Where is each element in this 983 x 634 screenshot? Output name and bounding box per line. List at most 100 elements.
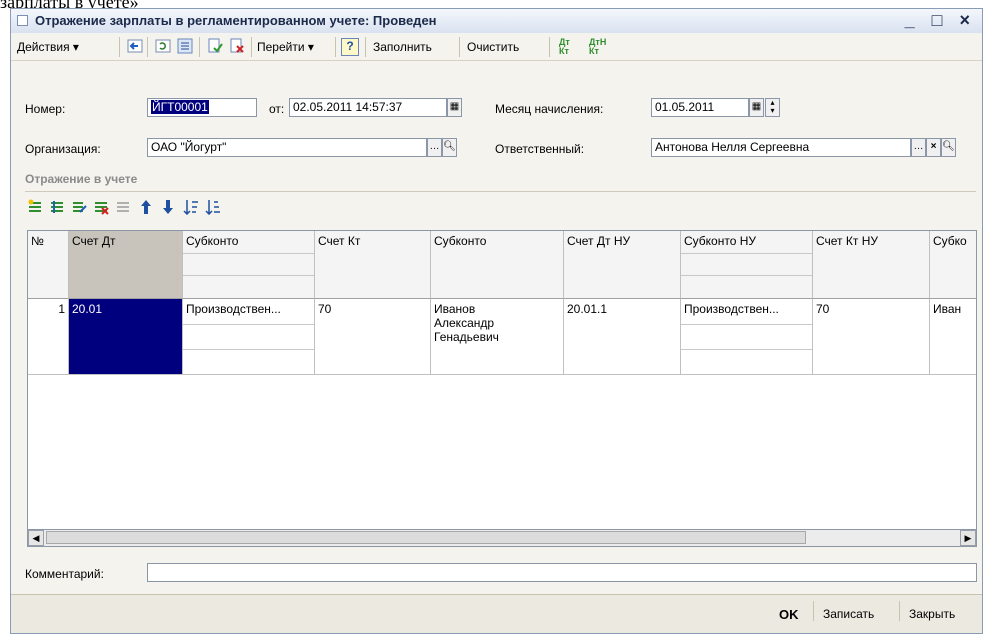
cell-subconto-kt-line2: Александр (434, 316, 495, 330)
toolbar-separator (199, 37, 200, 57)
close-button[interactable]: Закрыть (909, 607, 955, 621)
add-row-icon[interactable] (27, 199, 43, 215)
cell-account-kt-nu[interactable]: 70 (813, 299, 930, 375)
accrual-month-label: Месяц начисления: (495, 102, 604, 116)
clear-button[interactable]: Очистить (467, 38, 519, 56)
save-button[interactable]: Записать (823, 607, 874, 621)
number-label: Номер: (25, 102, 66, 116)
cell-subconto-kt[interactable]: Иванов Александр Генадьевич (431, 299, 564, 375)
column-header-account-dt-nu[interactable]: Счет Дт НУ (564, 231, 681, 299)
goto-menu-button[interactable]: Перейти ▾ (257, 38, 314, 56)
cell-subconto-kt-nu[interactable]: Иван (930, 299, 976, 375)
toolbar-separator (251, 37, 252, 57)
sort-ascending-icon[interactable] (183, 199, 199, 215)
footer-separator (813, 601, 814, 621)
cell-subconto-nu[interactable]: Производствен... (681, 299, 813, 375)
header-sub-divider (183, 275, 314, 276)
document-icon (17, 15, 28, 26)
column-header-subconto-kt[interactable]: Субконто (431, 231, 564, 299)
month-spinner-icon[interactable]: ▴ ▾ (765, 98, 780, 117)
responsible-field[interactable]: Антонова Нелля Сергеевна (651, 138, 911, 157)
window-controls[interactable]: _ □ × (905, 10, 976, 31)
section-title: Отражение в учете (25, 172, 138, 186)
enter-on-base-icon[interactable] (127, 38, 143, 54)
responsible-label: Ответственный: (495, 142, 585, 156)
ok-button[interactable]: OK (779, 607, 799, 622)
cell-subconto[interactable]: Производствен... (183, 299, 315, 375)
comment-label: Комментарий: (25, 567, 104, 581)
clear-x-icon[interactable]: × (926, 138, 941, 157)
cell-sub-divider (183, 324, 314, 325)
organization-field[interactable]: ОАО "Йогурт" (147, 138, 427, 157)
help-button[interactable]: ? (341, 38, 359, 56)
toolbar-separator (549, 37, 550, 57)
cell-account-dt[interactable]: 20.01 (69, 299, 183, 375)
select-ellipsis-icon[interactable]: … (911, 138, 926, 157)
refresh-icon[interactable] (155, 38, 171, 54)
column-header-subconto-nu[interactable]: Субконто НУ (681, 231, 813, 299)
open-search-icon[interactable]: 🔍︎ (941, 138, 956, 157)
column-header-subconto-nu-label: Субконто НУ (684, 234, 757, 248)
date-field[interactable]: 02.05.2011 14:57:37 (289, 98, 447, 117)
toolbar-separator (147, 37, 148, 57)
toolbar-separator (119, 37, 120, 57)
structure-icon[interactable] (177, 38, 193, 54)
footer-separator (899, 601, 900, 621)
comment-field[interactable] (147, 563, 977, 582)
cell-subconto-nu-value: Производствен... (684, 302, 779, 316)
calendar-icon[interactable]: ▦ (447, 98, 462, 117)
from-label: от: (269, 102, 285, 116)
entries-table[interactable]: № Счет Дт Субконто Счет Кт Субконто Счет… (27, 230, 977, 530)
fill-button[interactable]: Заполнить (373, 38, 432, 56)
toolbar-separator (335, 37, 336, 57)
dt-kt-movements-button[interactable]: Дт Кт (559, 38, 581, 56)
column-header-account-dt[interactable]: Счет Дт (69, 231, 183, 299)
copy-row-icon[interactable] (49, 199, 65, 215)
select-ellipsis-icon[interactable]: … (427, 138, 442, 157)
sort-descending-icon[interactable] (205, 199, 221, 215)
scroll-thumb[interactable] (46, 531, 806, 544)
section-divider (25, 191, 976, 192)
edit-row-icon[interactable] (71, 199, 87, 215)
number-field[interactable]: ЙГТ00001 (147, 98, 257, 117)
cell-sub-divider (681, 349, 812, 350)
cell-sub-divider (681, 324, 812, 325)
organization-label: Организация: (25, 142, 101, 156)
scroll-left-icon[interactable]: ◀ (28, 530, 44, 546)
window-title: Отражение зарплаты в регламентированном … (35, 13, 437, 28)
column-header-account-kt-nu[interactable]: Счет Кт НУ (813, 231, 930, 299)
document-window: Отражение зарплаты в регламентированном … (10, 8, 983, 634)
unpost-document-icon[interactable] (229, 38, 245, 54)
title-bar: Отражение зарплаты в регламентированном … (11, 9, 982, 34)
header-sub-divider (681, 253, 812, 254)
delete-row-icon[interactable] (93, 199, 109, 215)
cell-sub-divider (183, 349, 314, 350)
scroll-right-icon[interactable]: ▶ (960, 530, 976, 546)
move-up-icon[interactable] (139, 199, 153, 215)
column-header-account-kt[interactable]: Счет Кт (315, 231, 431, 299)
cell-row-number: 1 (28, 299, 69, 375)
column-header-subconto-kt-nu[interactable]: Субко (930, 231, 976, 299)
column-header-number[interactable]: № (28, 231, 69, 299)
cell-subconto-kt-line3: Генадьевич (434, 330, 499, 344)
horizontal-scrollbar[interactable]: ◀ ▶ (27, 530, 977, 547)
cell-account-dt-nu[interactable]: 20.01.1 (564, 299, 681, 375)
footer-bar: OK Записать Закрыть (11, 594, 982, 633)
post-document-icon[interactable] (207, 38, 223, 54)
number-value: ЙГТ00001 (151, 100, 209, 114)
cell-subconto-kt-line1: Иванов (434, 302, 476, 316)
end-edit-row-icon (117, 202, 129, 212)
accrual-month-field[interactable]: 01.05.2011 (651, 98, 749, 117)
toolbar-separator (459, 37, 460, 57)
open-search-icon[interactable]: 🔍︎ (442, 138, 457, 157)
header-sub-divider (183, 253, 314, 254)
toolbar-separator (365, 37, 366, 57)
column-header-subconto[interactable]: Субконто (183, 231, 315, 299)
cell-account-kt[interactable]: 70 (315, 299, 431, 375)
header-sub-divider (681, 275, 812, 276)
month-calendar-icon[interactable]: ▦ (749, 98, 764, 117)
move-down-icon[interactable] (161, 199, 175, 215)
dt-kt-tax-movements-button[interactable]: ДтН Кт (589, 38, 611, 56)
toolbar: Действия ▾ Перейти ▾ ? Заполнить Очистит… (11, 33, 982, 61)
actions-menu-button[interactable]: Действия ▾ (17, 38, 79, 56)
